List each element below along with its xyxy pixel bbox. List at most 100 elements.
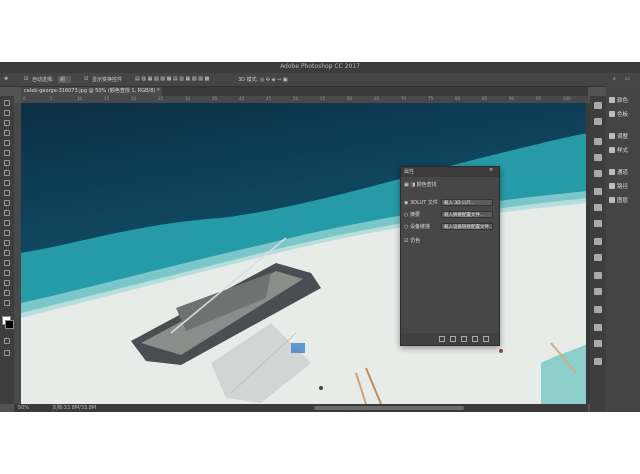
lut-select[interactable]: 载入 3D LUT... (441, 199, 493, 206)
character-icon[interactable] (594, 154, 602, 161)
dodge-tool-icon[interactable] (4, 230, 10, 236)
document-tab[interactable]: caleb-george-316073.jpg @ 50% (颜色查找 1, R… (21, 87, 162, 96)
quick-mask-icon[interactable] (4, 338, 10, 344)
brush-settings-icon[interactable] (594, 118, 602, 125)
reset-icon[interactable] (461, 336, 467, 342)
lasso-tool-icon[interactable] (4, 120, 10, 126)
measurement-icon[interactable] (594, 306, 602, 313)
type-tool-icon[interactable] (4, 250, 10, 256)
panel-menu-icon[interactable]: ≡ (489, 167, 493, 173)
properties-icon[interactable] (594, 324, 602, 331)
paragraph-icon[interactable] (594, 170, 602, 177)
background-color-swatch[interactable] (5, 320, 14, 329)
ruler-tick: 80 (455, 96, 461, 101)
healing-brush-tool-icon[interactable] (4, 160, 10, 166)
info-icon[interactable] (594, 188, 602, 195)
ruler-tick: 35 (212, 96, 218, 101)
lut-row[interactable]: ◉ 3DLUT 文件 (404, 199, 438, 206)
dither-checkbox[interactable]: ☑ (404, 238, 408, 244)
visibility-icon[interactable] (472, 336, 478, 342)
move-tool-icon[interactable]: ✥ (4, 76, 8, 82)
align-icons[interactable]: ▤ ▥ ▦ ▧ ▨ ▩ ▤ ▥ ▦ ▧ ▨ ▩ (135, 76, 209, 82)
blur-tool-icon[interactable] (4, 220, 10, 226)
delete-icon[interactable] (483, 336, 489, 342)
device-link-row[interactable]: ○ 设备链接 (404, 223, 430, 230)
auto-select-dropdown[interactable]: 组 (58, 76, 72, 83)
properties-panel: 属性 ≡ ▣ ◨ 颜色查找 ◉ 3DLUT 文件 载入 3D LUT... ○ … (400, 166, 500, 346)
photoshop-window: Adobe Photoshop CC 2017 ✥ ☑ 自动选择: 组 ☑ 显示… (0, 62, 640, 412)
ruler-tick: 5 (50, 96, 53, 101)
panel-styles[interactable]: 样式 (608, 144, 640, 156)
history-icon[interactable] (594, 102, 602, 109)
lut-radio[interactable]: ◉ (404, 200, 408, 206)
abstract-select[interactable]: 载入摘要配置文件... (441, 211, 493, 218)
play-action-icon[interactable] (594, 138, 602, 145)
document-canvas[interactable] (21, 103, 588, 404)
eyedropper-tool-icon[interactable] (4, 150, 10, 156)
document-size-readout[interactable]: 文档:33.8M/33.8M (52, 404, 96, 412)
glyphs-icon[interactable] (594, 220, 602, 227)
panel-channels[interactable]: 通道 (608, 166, 640, 178)
device-link-select[interactable]: 载入设备链接配置文件... (441, 223, 493, 230)
options-bar: ✥ ☑ 自动选择: 组 ☑ 显示变换控件 ▤ ▥ ▦ ▧ ▨ ▩ ▤ ▥ ▦ ▧… (0, 73, 640, 87)
search-icon[interactable]: ⌕ (613, 76, 616, 82)
ruler-tick: 25 (158, 96, 164, 101)
dither-label: 仿色 (410, 238, 421, 244)
clone-stamp-tool-icon[interactable] (4, 180, 10, 186)
ruler-tick: 20 (131, 96, 137, 101)
more-tools-icon[interactable] (4, 300, 10, 306)
tool-presets-icon[interactable] (594, 358, 602, 365)
pen-tool-icon[interactable] (4, 240, 10, 246)
panel-swatches[interactable]: 色板 (608, 108, 640, 120)
view-previous-icon[interactable] (450, 336, 456, 342)
shape-tool-icon[interactable] (4, 270, 10, 276)
clone-source-icon[interactable] (594, 204, 602, 211)
ruler-tick: 75 (428, 96, 434, 101)
brush-tool-icon[interactable] (4, 170, 10, 176)
adjustment-title: 颜色查找 (416, 182, 437, 188)
ruler-tick: 70 (401, 96, 407, 101)
adjustments-icon (609, 133, 615, 139)
zoom-tool-icon[interactable] (4, 290, 10, 296)
notes-icon[interactable] (594, 272, 602, 279)
path-select-tool-icon[interactable] (4, 260, 10, 266)
workspace-icon[interactable]: ▭ (625, 76, 630, 82)
ruler-tick: 10 (77, 96, 83, 101)
tools-panel (0, 96, 14, 404)
window-title: Adobe Photoshop CC 2017 (280, 63, 360, 70)
3d-mode-icons[interactable]: 3D 模式: ◎ ✣ ◈ ⇿ ▣ (238, 76, 288, 83)
panel-adjustments[interactable]: 调整 (608, 130, 640, 142)
abstract-radio[interactable]: ○ (404, 212, 408, 218)
layers-icon (609, 197, 615, 203)
panel-layers[interactable]: 图层 (608, 194, 640, 206)
history-brush-tool-icon[interactable] (4, 190, 10, 196)
ruler-tick: 95 (536, 96, 542, 101)
abstract-row[interactable]: ○ 摘要 (404, 211, 420, 218)
show-transform-checkbox[interactable]: ☑ (84, 76, 88, 82)
panel-paths[interactable]: 路径 (608, 180, 640, 192)
layer-comps-icon[interactable] (594, 340, 602, 347)
device-link-radio[interactable]: ○ (404, 224, 408, 230)
properties-header[interactable]: 属性 ≡ (401, 167, 499, 177)
move-tool-icon[interactable] (4, 100, 10, 106)
timeline-icon[interactable] (594, 254, 602, 261)
adjustment-title-row: ▣ ◨ 颜色查找 (404, 181, 437, 188)
gradient-tool-icon[interactable] (4, 210, 10, 216)
dither-row[interactable]: ☑ 仿色 (404, 237, 420, 244)
quick-select-tool-icon[interactable] (4, 130, 10, 136)
horizontal-scrollbar[interactable] (314, 406, 464, 410)
eraser-tool-icon[interactable] (4, 200, 10, 206)
zoom-readout[interactable]: 50% (18, 404, 29, 412)
marquee-tool-icon[interactable] (4, 110, 10, 116)
collapsed-panel-strip (590, 96, 606, 412)
clip-to-layer-icon[interactable] (439, 336, 445, 342)
ruler-tick: 30 (185, 96, 191, 101)
hand-tool-icon[interactable] (4, 280, 10, 286)
screen-mode-icon[interactable] (4, 350, 10, 356)
abstract-label: 摘要 (409, 212, 420, 218)
crop-tool-icon[interactable] (4, 140, 10, 146)
auto-select-checkbox[interactable]: ☑ (24, 76, 28, 82)
library-icon[interactable] (594, 288, 602, 295)
3d-icon[interactable] (594, 238, 602, 245)
panel-color[interactable]: 颜色 (608, 94, 640, 106)
